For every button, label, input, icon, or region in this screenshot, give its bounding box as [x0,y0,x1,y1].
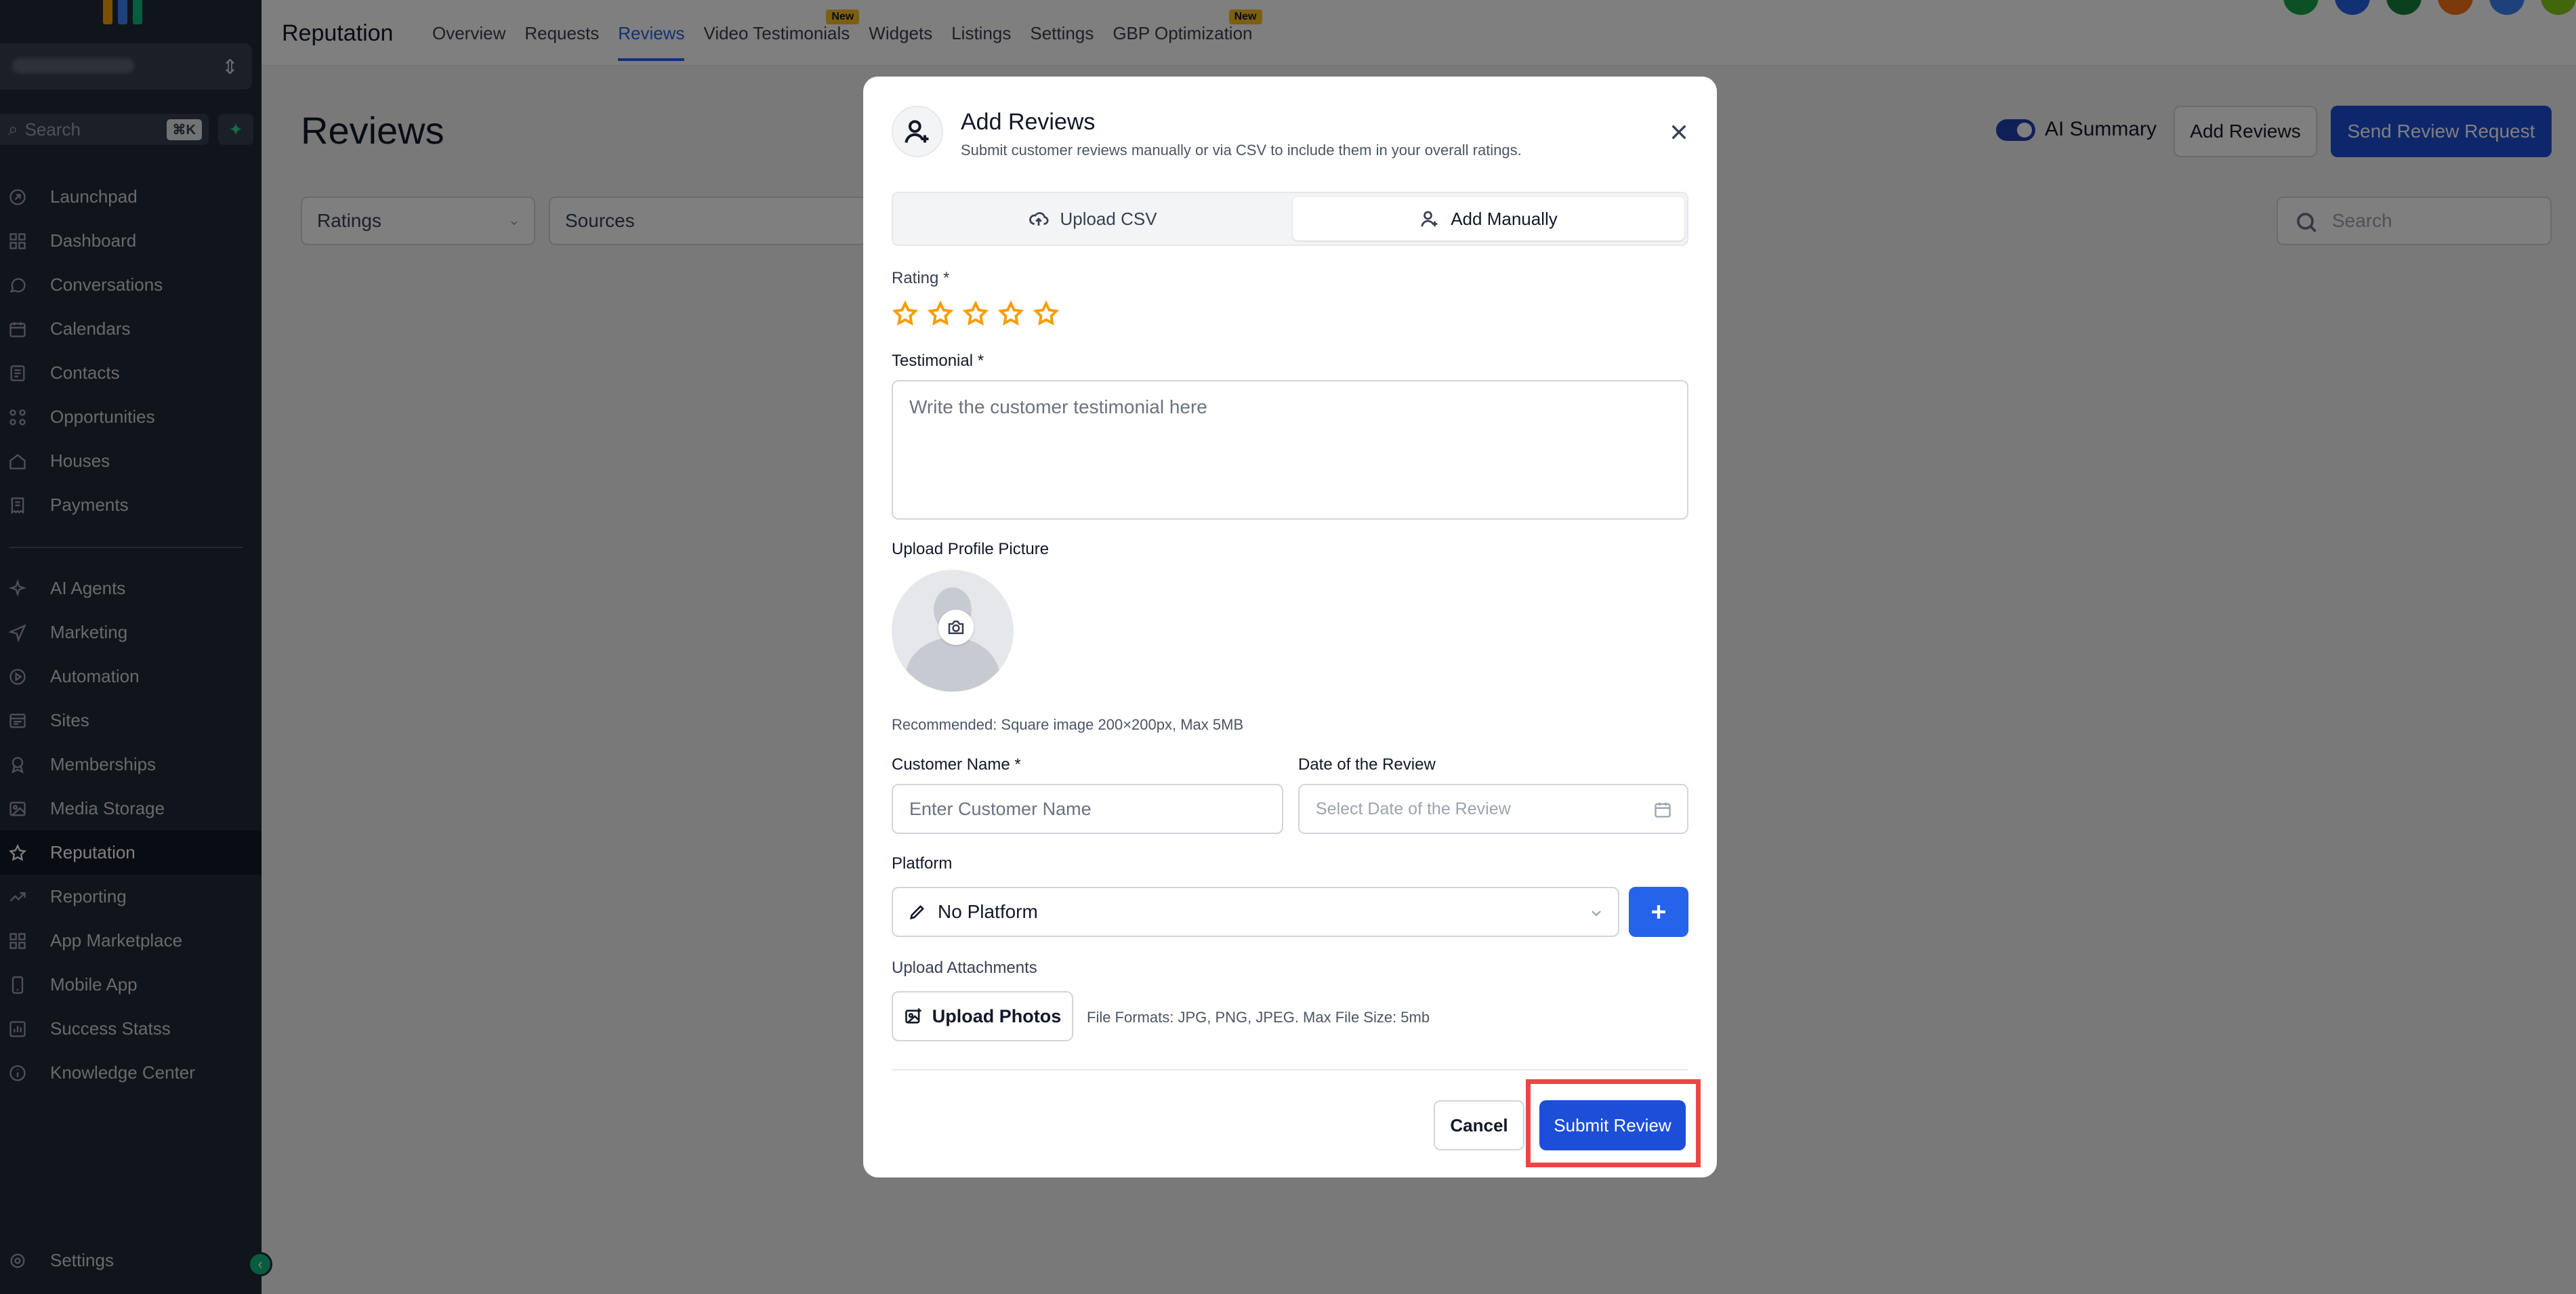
testimonial-textarea[interactable]: Write the customer testimonial here [892,380,1688,520]
user-plus-icon [1421,211,1438,227]
star-icon[interactable] [892,300,919,327]
platform-selected-value: No Platform [938,901,1038,922]
review-date-input[interactable]: Select Date of the Review [1298,784,1688,834]
close-icon [1671,125,1686,140]
close-button[interactable] [1665,119,1692,146]
mode-switch: Upload CSV Add Manually [892,192,1688,246]
customer-name-input[interactable]: Enter Customer Name [892,784,1283,834]
customer-name-placeholder: Enter Customer Name [909,798,1092,819]
star-icon[interactable] [1033,300,1060,327]
modal-title: Add Reviews [961,109,1096,135]
review-date-placeholder: Select Date of the Review [1316,799,1511,818]
camera-button[interactable] [938,610,974,645]
tab-add-manually[interactable]: Add Manually [1293,197,1684,241]
testimonial-placeholder: Write the customer testimonial here [909,396,1207,417]
profile-picture-hint: Recommended: Square image 200×200px, Max… [892,716,1244,733]
add-reviews-modal: Add Reviews Submit customer reviews manu… [863,77,1717,1177]
highlight-box [1526,1079,1701,1167]
cloud-upload-icon [1029,212,1049,226]
pencil-icon [909,905,924,920]
profile-picture-label: Upload Profile Picture [892,540,1050,558]
rating-label: Rating * [892,269,950,287]
image-upload-icon [905,1008,921,1024]
star-icon[interactable] [997,300,1024,327]
attachments-label: Upload Attachments [892,959,1037,977]
star-icon[interactable] [927,300,954,327]
camera-icon [948,621,964,634]
star-icon[interactable] [962,300,989,327]
review-date-label: Date of the Review [1298,755,1436,774]
cancel-button[interactable]: Cancel [1434,1100,1524,1150]
calendar-icon [1653,800,1672,824]
testimonial-label: Testimonial * [892,352,984,370]
modal-subtitle: Submit customer reviews manually or via … [961,142,1522,159]
footer-divider [892,1069,1688,1070]
add-platform-button[interactable] [1629,887,1688,937]
tab-label: Add Manually [1451,208,1558,229]
add-user-icon [892,106,943,157]
upload-photos-button[interactable]: Upload Photos [892,991,1073,1041]
customer-name-label: Customer Name * [892,755,1021,774]
tab-label: Upload CSV [1060,208,1157,229]
platform-label: Platform [892,854,953,873]
tab-upload-csv[interactable]: Upload CSV [897,197,1289,241]
file-formats-hint: File Formats: JPG, PNG, JPEG. Max File S… [1087,1009,1430,1026]
star-rating [892,300,1060,327]
chevron-down-icon [1588,904,1604,926]
plus-icon [1652,905,1665,919]
platform-select[interactable]: No Platform [892,887,1619,937]
upload-photos-label: Upload Photos [932,1005,1062,1026]
